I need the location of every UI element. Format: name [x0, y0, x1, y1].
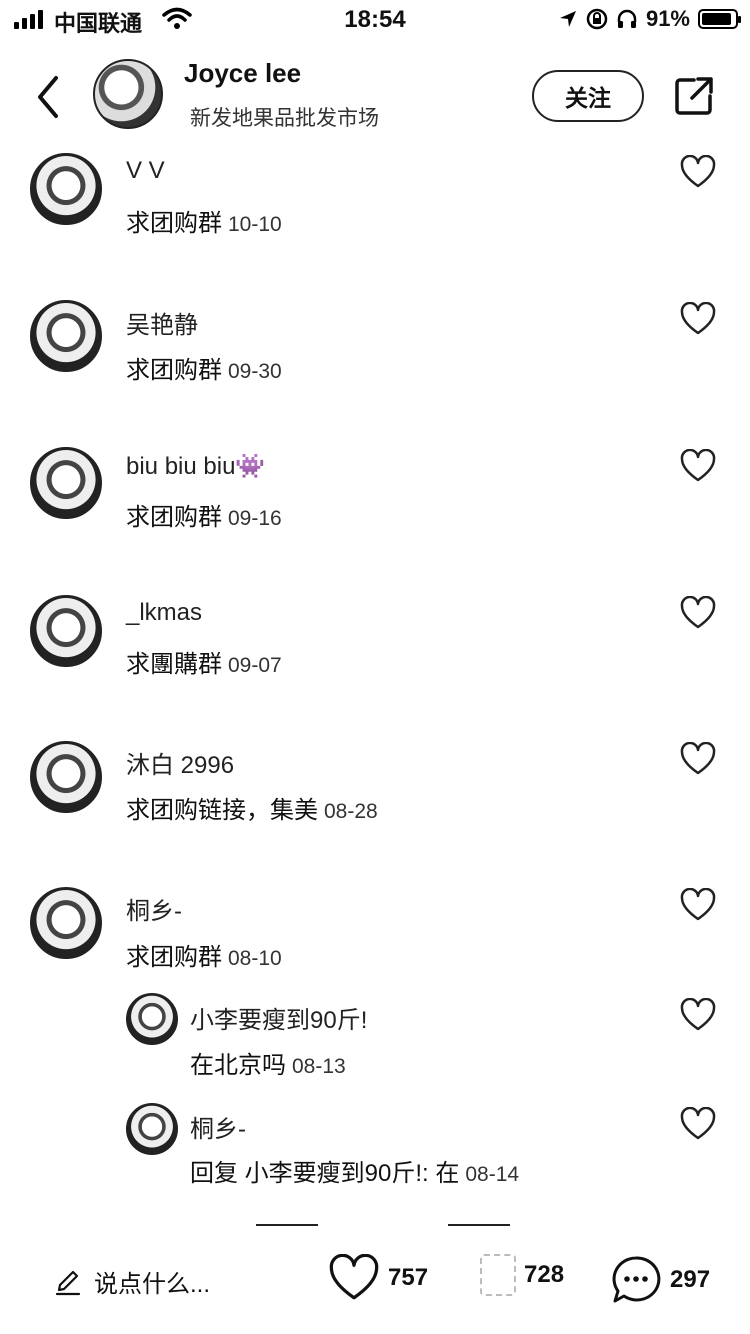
comment-author[interactable]: V V — [126, 157, 165, 185]
comment-text: 求团购群 — [126, 504, 222, 531]
heart-icon[interactable] — [680, 742, 716, 776]
author-avatar[interactable] — [93, 59, 163, 129]
comment-body[interactable]: 求团购群 09-30 — [126, 350, 282, 385]
heart-icon[interactable] — [680, 596, 716, 630]
reply-date: 08-13 — [292, 1055, 346, 1078]
comment-text: 求团购链接，集美 — [126, 797, 318, 824]
headphones-icon — [617, 9, 637, 28]
reply-author[interactable]: 桐乡- — [190, 1109, 246, 1144]
comment-date: 10-10 — [228, 213, 282, 236]
heart-icon[interactable] — [680, 1107, 716, 1141]
comment-author[interactable]: 沐白 2996 — [126, 745, 234, 780]
reply-author[interactable]: 小李要瘦到90斤! — [190, 1000, 367, 1035]
reply-text: 回复 小李要瘦到90斤!: 在 — [190, 1160, 460, 1187]
heart-icon[interactable] — [680, 888, 716, 922]
avatar[interactable] — [30, 595, 102, 667]
post-author-header: Joyce lee 新发地果品批发市场 关注 — [0, 50, 750, 145]
battery-percent: 91% — [645, 6, 690, 31]
status-bar: 中国联通 18:54 91% — [0, 0, 750, 44]
heart-icon[interactable] — [680, 302, 716, 336]
comment-author[interactable]: _lkmas — [126, 599, 202, 627]
back-icon[interactable] — [30, 72, 66, 122]
comment-placeholder: 说点什么... — [94, 1271, 211, 1298]
avatar[interactable] — [30, 741, 102, 813]
reply-body[interactable]: 回复 小李要瘦到90斤!: 在 08-14 — [190, 1153, 519, 1188]
divider — [448, 1224, 510, 1226]
divider — [256, 1224, 318, 1226]
like-count: 757 — [388, 1264, 429, 1291]
comment-date: 09-07 — [228, 654, 282, 677]
collect-button[interactable]: 728 — [480, 1254, 564, 1296]
heart-icon[interactable] — [680, 155, 716, 189]
comment-count: 297 — [670, 1266, 711, 1293]
comment-body[interactable]: 求团购群 08-10 — [126, 937, 282, 972]
comment-text: 求团购群 — [126, 944, 222, 971]
author-location: 新发地果品批发市场 — [190, 107, 379, 130]
battery-icon — [698, 9, 741, 29]
comment-author[interactable]: biu biu biu👾 — [126, 452, 265, 481]
comment-bubble-icon — [612, 1256, 661, 1303]
comment-body[interactable]: 求团购链接，集美 08-28 — [126, 790, 378, 825]
author-name[interactable]: Joyce lee — [184, 58, 301, 89]
avatar[interactable] — [30, 447, 102, 519]
avatar[interactable] — [30, 153, 102, 225]
heart-icon — [329, 1254, 379, 1300]
heart-icon[interactable] — [680, 998, 716, 1032]
avatar[interactable] — [30, 887, 102, 959]
avatar[interactable] — [30, 300, 102, 372]
comment-text: 求團購群 — [126, 651, 222, 678]
comment-date: 09-16 — [228, 507, 282, 530]
reply-text: 在北京吗 — [190, 1052, 286, 1079]
star-icon — [480, 1254, 516, 1296]
bottom-action-bar: 说点什么... 757 728 297 — [0, 1240, 750, 1334]
pencil-icon — [55, 1270, 81, 1295]
comment-author[interactable]: 吴艳静 — [126, 305, 198, 340]
comment-body[interactable]: 求團購群 09-07 — [126, 644, 282, 679]
share-icon[interactable] — [672, 74, 716, 118]
collect-count: 728 — [524, 1261, 565, 1288]
comment-text: 求团购群 — [126, 357, 222, 384]
avatar[interactable] — [126, 1103, 178, 1155]
comments-button[interactable]: 297 — [610, 1254, 710, 1306]
comment-author[interactable]: 桐乡- — [126, 891, 182, 926]
follow-button[interactable]: 关注 — [532, 70, 644, 122]
reply-body[interactable]: 在北京吗 08-13 — [190, 1045, 346, 1080]
comment-input[interactable]: 说点什么... — [54, 1264, 210, 1299]
location-icon — [559, 11, 576, 27]
avatar[interactable] — [126, 993, 178, 1045]
comment-body[interactable]: 求团购群 10-10 — [126, 203, 282, 238]
like-button[interactable]: 757 — [328, 1254, 428, 1302]
reply-date: 08-14 — [465, 1163, 520, 1186]
lock-icon — [586, 8, 608, 30]
comment-date: 09-30 — [228, 360, 282, 383]
comment-text: 求团购群 — [126, 210, 222, 237]
comment-date: 08-28 — [324, 800, 378, 823]
heart-icon[interactable] — [680, 449, 716, 483]
comment-body[interactable]: 求团购群 09-16 — [126, 497, 282, 532]
comment-date: 08-10 — [228, 947, 282, 970]
